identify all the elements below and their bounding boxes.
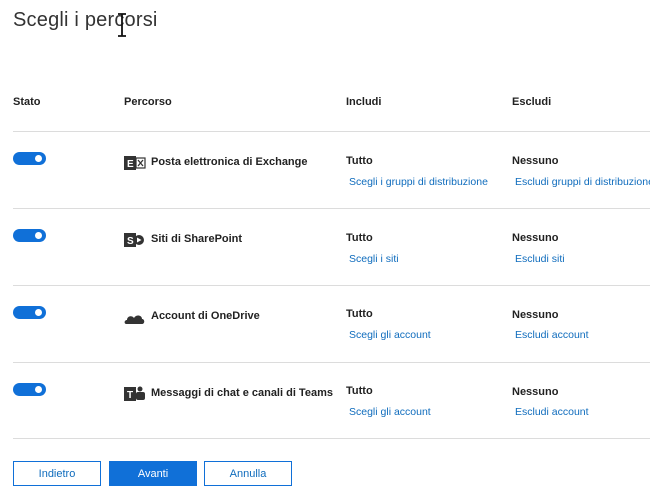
divider [13,208,650,209]
include-value: Tutto [346,385,373,397]
location-name: Posta elettronica di Exchange [151,156,308,168]
exclude-value: Nessuno [512,232,559,244]
divider [13,438,650,439]
exclude-link[interactable]: Escludi account [515,406,589,418]
include-link[interactable]: Scegli gli account [349,406,431,418]
exclude-link[interactable]: Escludi siti [515,253,565,265]
include-link[interactable]: Scegli gli account [349,329,431,341]
exclude-value: Nessuno [512,386,559,398]
exclude-link[interactable]: Escludi gruppi di distribuzione [515,176,650,188]
exclude-value: Nessuno [512,309,559,321]
onedrive-icon [124,315,145,324]
exclude-value: Nessuno [512,155,559,167]
location-name: Messaggi di chat e canali di Teams [151,387,333,399]
divider [13,285,650,286]
status-toggle[interactable] [13,306,46,319]
divider [13,362,650,363]
page-title: Scegli i percorsi [13,9,158,31]
divider [13,131,650,132]
header-exclude: Escludi [512,96,552,108]
status-toggle[interactable] [13,229,46,242]
cancel-button[interactable]: Annulla [204,461,292,486]
header-location: Percorso [124,96,172,108]
include-link[interactable]: Scegli i gruppi di distribuzione [349,176,488,188]
sharepoint-icon: S [124,233,144,247]
svg-text:T: T [127,390,133,401]
status-toggle[interactable] [13,383,46,396]
text-cursor-icon [118,13,126,37]
include-link[interactable]: Scegli i siti [349,253,399,265]
include-value: Tutto [346,308,373,320]
back-button[interactable]: Indietro [13,461,101,486]
location-name: Account di OneDrive [151,310,260,322]
svg-text:S: S [127,236,134,247]
location-name: Siti di SharePoint [151,233,243,245]
header-status: Stato [13,96,41,108]
status-toggle[interactable] [13,152,46,165]
exclude-link[interactable]: Escludi account [515,329,589,341]
include-value: Tutto [346,155,373,167]
header-include: Includi [346,96,382,108]
include-value: Tutto [346,232,373,244]
exchange-icon: E [124,156,146,170]
next-button[interactable]: Avanti [109,461,197,486]
svg-text:E: E [127,159,134,170]
teams-icon: T [124,386,145,401]
